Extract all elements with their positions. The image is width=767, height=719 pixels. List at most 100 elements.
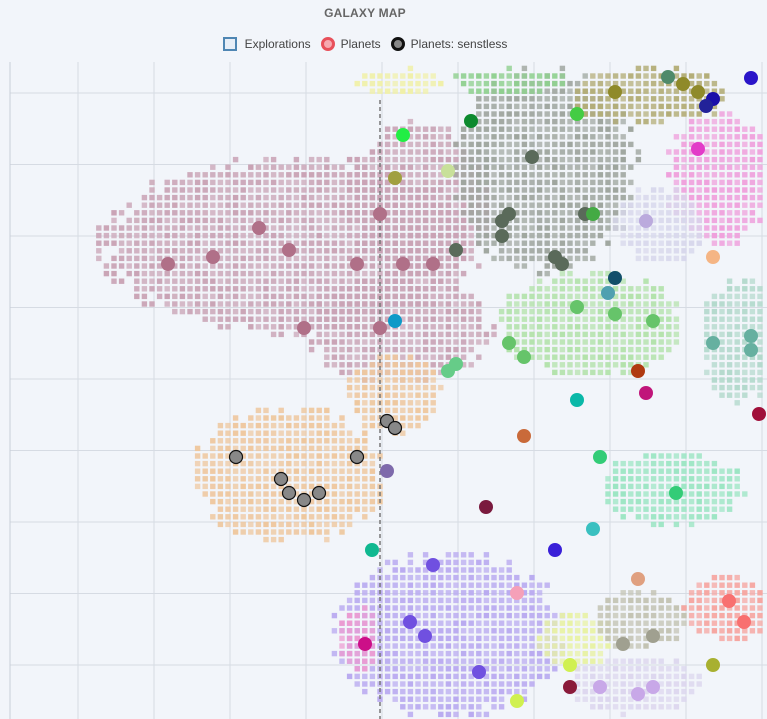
exploration-cell (612, 156, 619, 163)
exploration-cell (407, 559, 414, 566)
exploration-cell (514, 240, 520, 246)
exploration-cell (415, 422, 421, 429)
exploration-cell (468, 650, 474, 657)
exploration-cell (711, 111, 718, 117)
exploration-cell (331, 308, 338, 315)
exploration-cell (590, 278, 596, 284)
exploration-cell (544, 331, 550, 338)
exploration-cell (552, 658, 558, 664)
exploration-cell (293, 529, 300, 535)
exploration-cell (483, 172, 490, 178)
exploration-cell (567, 362, 573, 368)
exploration-cell (400, 605, 406, 611)
exploration-cell (339, 194, 345, 201)
exploration-cell (400, 582, 406, 588)
exploration-cell (324, 301, 330, 307)
exploration-cell (324, 521, 330, 528)
exploration-cell (590, 666, 596, 672)
exploration-cell (704, 354, 710, 360)
exploration-cell (308, 438, 315, 444)
exploration-cell (453, 567, 459, 573)
exploration-cell (612, 301, 619, 307)
exploration-cell (726, 483, 733, 490)
exploration-cell (346, 605, 353, 611)
exploration-cell (308, 308, 315, 315)
exploration-cell (476, 339, 482, 345)
exploration-cell (225, 293, 231, 300)
exploration-cell (240, 308, 246, 315)
exploration-cell (415, 384, 421, 391)
exploration-cell (346, 202, 353, 208)
exploration-cell (628, 331, 634, 338)
exploration-cell (559, 179, 566, 186)
exploration-cell (316, 316, 322, 322)
exploration-cell (552, 643, 558, 649)
exploration-cell (316, 460, 322, 467)
exploration-cell (476, 210, 482, 216)
exploration-cell (567, 650, 573, 657)
exploration-cell (308, 225, 315, 231)
exploration-cell (346, 210, 353, 216)
exploration-cell (278, 529, 284, 535)
planet-point (608, 307, 622, 321)
galaxy-map-plot[interactable] (0, 0, 767, 719)
exploration-cell (339, 445, 345, 452)
exploration-cell (263, 179, 269, 186)
exploration-cell (635, 103, 642, 110)
exploration-cell (704, 156, 710, 163)
exploration-cell (476, 354, 482, 360)
exploration-cell (529, 202, 535, 208)
exploration-cell (308, 422, 315, 429)
exploration-cell (757, 286, 763, 292)
exploration-cell (316, 232, 322, 239)
exploration-cell (438, 635, 444, 642)
exploration-cell (225, 521, 231, 528)
exploration-cell (354, 164, 360, 170)
exploration-cell (643, 666, 649, 672)
exploration-cell (362, 331, 368, 338)
exploration-cell (574, 696, 581, 702)
exploration-cell (225, 225, 231, 231)
exploration-cell (635, 468, 642, 474)
exploration-cell (194, 278, 201, 284)
exploration-cell (476, 172, 482, 178)
exploration-cells (96, 65, 763, 718)
exploration-cell (384, 574, 391, 581)
exploration-cell (650, 118, 657, 125)
exploration-cell (491, 331, 497, 338)
exploration-cell (673, 453, 680, 459)
exploration-cell (263, 438, 269, 444)
exploration-cell (498, 134, 505, 140)
exploration-cell (445, 141, 452, 148)
exploration-cell (293, 210, 300, 216)
exploration-cell (696, 681, 702, 687)
exploration-cell (293, 255, 300, 262)
exploration-cell (415, 172, 421, 178)
exploration-cell (422, 658, 429, 664)
exploration-cell (544, 194, 550, 201)
exploration-cell (270, 225, 277, 231)
exploration-cell (628, 506, 634, 512)
exploration-cell (605, 301, 611, 307)
exploration-cell (255, 460, 262, 467)
exploration-cell (567, 202, 573, 208)
exploration-cell (658, 202, 664, 208)
exploration-cell (194, 210, 201, 216)
exploration-cell (521, 103, 528, 110)
exploration-cell (384, 650, 391, 657)
exploration-cell (430, 141, 436, 148)
exploration-cell (552, 96, 558, 102)
exploration-cell (407, 377, 414, 383)
exploration-cell (438, 346, 444, 353)
exploration-cell (719, 491, 725, 497)
exploration-cell (384, 346, 391, 353)
exploration-cell (582, 103, 588, 110)
exploration-cell (316, 278, 322, 284)
exploration-cell (567, 643, 573, 649)
exploration-cell (331, 232, 338, 239)
exploration-cell (248, 217, 254, 224)
exploration-cell (308, 286, 315, 292)
exploration-cell (643, 506, 649, 512)
exploration-cell (491, 187, 497, 193)
exploration-cell (757, 172, 763, 178)
